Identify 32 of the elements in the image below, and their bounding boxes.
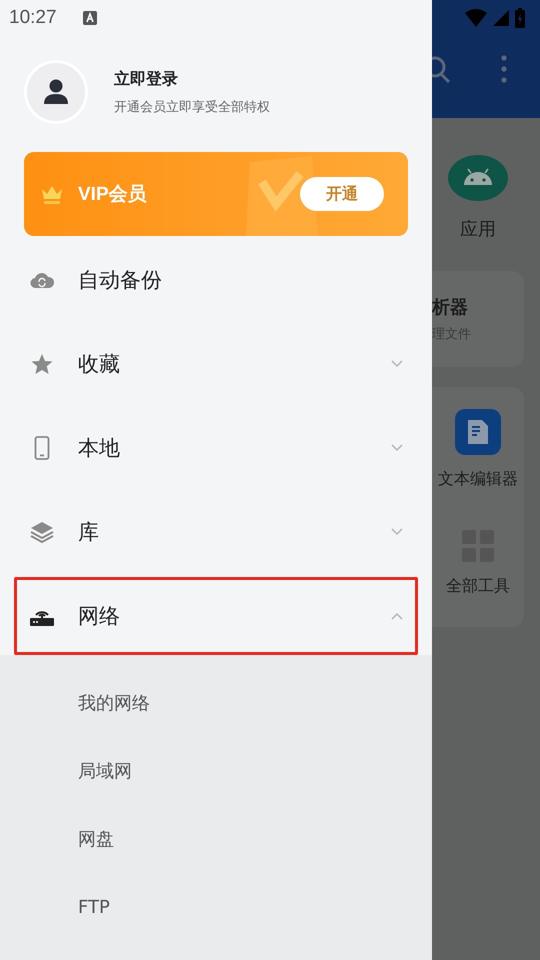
tool-label: 全部工具 [446, 576, 510, 597]
document-icon[interactable] [455, 409, 501, 455]
chevron-up-icon [391, 612, 403, 620]
tool-label: 文本编辑器 [438, 469, 518, 490]
battery-icon [515, 8, 525, 28]
cloud-sync-icon [30, 271, 54, 289]
app-label: 应用 [460, 218, 496, 241]
submenu-item[interactable]: 我的网络 [0, 669, 150, 737]
signal-icon [493, 10, 509, 26]
layers-icon [30, 520, 54, 544]
menu-item[interactable]: 网络 [14, 577, 418, 655]
status-time: 10:27 [9, 7, 57, 29]
chevron-down-icon [391, 360, 403, 368]
menu-item[interactable]: 收藏 [14, 322, 418, 406]
submenu-item[interactable]: 网盘 [0, 805, 114, 873]
wifi-icon [465, 9, 487, 27]
more-icon[interactable] [501, 55, 507, 83]
chevron-down-icon [391, 528, 403, 536]
login-link[interactable]: 立即登录 [114, 68, 270, 90]
star-icon [30, 352, 54, 376]
vip-label: VIP会员 [78, 183, 148, 207]
android-app-icon[interactable] [448, 155, 508, 201]
search-icon[interactable] [432, 55, 452, 83]
profile-subtitle: 开通会员立即享受全部特权 [114, 98, 270, 116]
phone-icon [34, 436, 50, 460]
chevron-down-icon [391, 444, 403, 452]
submenu-item[interactable]: FTP [0, 873, 110, 941]
submenu-item[interactable]: 局域网 [0, 737, 132, 805]
menu-item[interactable]: 库 [14, 490, 418, 574]
menu-item[interactable]: 自动备份 [14, 238, 418, 322]
notification-icon [82, 11, 97, 25]
menu-item[interactable]: 本地 [14, 406, 418, 490]
